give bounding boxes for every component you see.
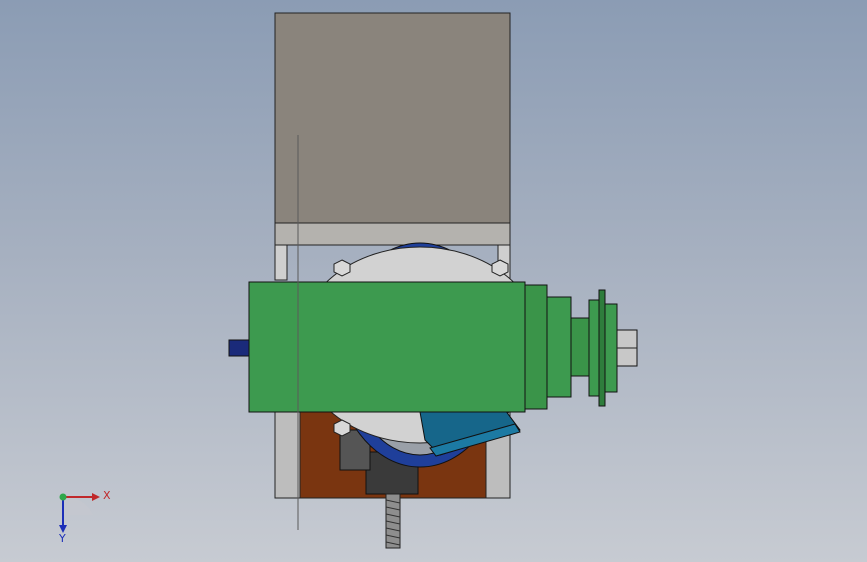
threaded-rod[interactable] xyxy=(385,493,401,549)
pulley[interactable] xyxy=(570,289,638,407)
top-block[interactable] xyxy=(274,12,511,224)
graphics-viewport[interactable]: X Y xyxy=(0,0,867,562)
x-axis-label: X xyxy=(103,489,111,502)
shaft-stub[interactable] xyxy=(228,339,250,357)
axis-triad: X Y xyxy=(58,489,111,545)
green-motor-body[interactable] xyxy=(248,281,572,413)
y-axis-label: Y xyxy=(58,532,66,545)
